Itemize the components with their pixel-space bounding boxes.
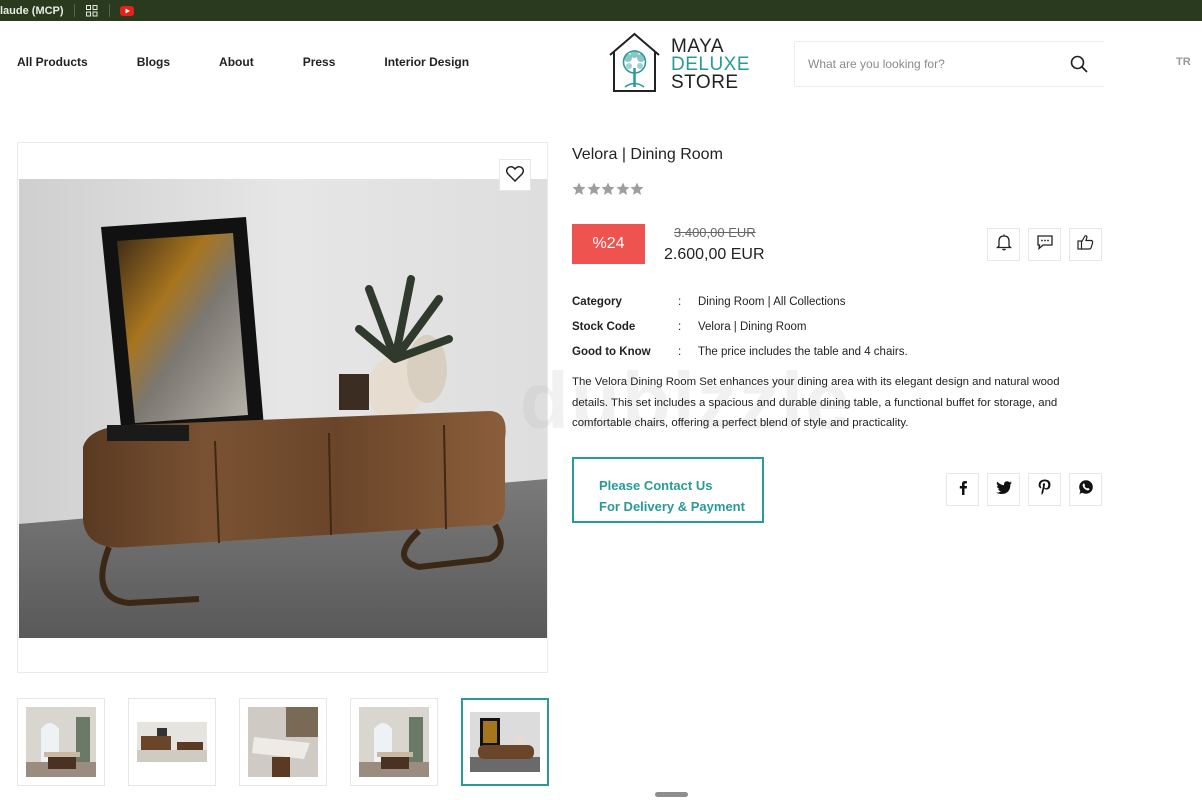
bookmark-bar: laude (MCP) — [0, 0, 1202, 21]
share-facebook[interactable] — [946, 473, 979, 506]
search-box — [794, 41, 1104, 87]
logo-line-store: STORE — [671, 72, 739, 93]
bookmark-item[interactable]: laude (MCP) — [0, 5, 64, 17]
spec-colon: : — [678, 295, 682, 308]
apps-grid-icon[interactable] — [85, 4, 99, 18]
favorite-button[interactable] — [499, 159, 531, 191]
thumbnail-active[interactable] — [461, 698, 549, 786]
thumbnail[interactable] — [350, 698, 438, 786]
like-button[interactable] — [1069, 228, 1102, 261]
twitter-icon — [995, 480, 1012, 499]
thumbnail[interactable] — [17, 698, 105, 786]
pinterest-icon — [1038, 479, 1051, 500]
thumbnail[interactable] — [128, 698, 216, 786]
house-tree-icon — [608, 32, 661, 98]
contact-button[interactable]: Please Contact Us For Delivery & Payment — [572, 457, 764, 523]
scroll-handle[interactable] — [655, 792, 688, 797]
notify-button[interactable] — [987, 228, 1020, 261]
product-photo[interactable] — [19, 179, 547, 638]
language-switch[interactable]: TR — [1176, 56, 1191, 68]
logo-text: MAYA DELUXE STORE — [671, 37, 750, 93]
site-logo[interactable]: MAYA DELUXE STORE — [608, 32, 750, 98]
nav-all-products[interactable]: All Products — [17, 55, 88, 69]
spec-label: Category — [572, 295, 622, 308]
nav-press[interactable]: Press — [303, 55, 336, 69]
product-actions — [987, 228, 1110, 261]
main-image-frame — [17, 142, 548, 673]
spec-label: Good to Know — [572, 345, 651, 358]
product-description: The Velora Dining Room Set enhances your… — [572, 376, 1060, 429]
contact-line-1: Please Contact Us — [599, 477, 713, 493]
share-pinterest[interactable] — [1028, 473, 1061, 506]
share-whatsapp[interactable] — [1069, 473, 1102, 506]
star-icon — [572, 182, 586, 196]
comment-icon — [1036, 234, 1054, 255]
bell-icon — [995, 234, 1012, 256]
thumbnail-strip — [17, 698, 572, 786]
discount-badge: %24 — [572, 224, 645, 264]
nav-about[interactable]: About — [219, 55, 254, 69]
spec-colon: : — [678, 345, 682, 358]
star-icon — [630, 182, 644, 196]
thumbnail[interactable] — [239, 698, 327, 786]
spec-row: Category : Dining Room | All Collections — [572, 289, 908, 314]
spec-value: Velora | Dining Room — [698, 320, 807, 333]
product-title: Velora | Dining Room — [572, 146, 723, 163]
spec-colon: : — [678, 320, 682, 333]
star-icon — [601, 182, 615, 196]
spec-row: Stock Code : Velora | Dining Room — [572, 314, 908, 339]
spec-value: The price includes the table and 4 chair… — [698, 345, 908, 358]
youtube-icon[interactable] — [119, 4, 134, 18]
thumbs-up-icon — [1077, 234, 1094, 255]
heart-icon — [505, 165, 525, 185]
comment-button[interactable] — [1028, 228, 1061, 261]
divider — [73, 4, 75, 17]
old-price: 3.400,00 EUR — [674, 225, 756, 240]
whatsapp-icon — [1078, 479, 1094, 500]
nav-interior-design[interactable]: Interior Design — [384, 55, 469, 69]
facebook-icon — [958, 480, 968, 500]
star-icon — [616, 182, 630, 196]
share-buttons — [946, 473, 1110, 506]
star-icon — [587, 182, 601, 196]
divider — [108, 4, 110, 17]
nav-blogs[interactable]: Blogs — [137, 55, 170, 69]
contact-line-2: For Delivery & Payment — [599, 498, 745, 514]
search-input[interactable] — [795, 57, 1055, 71]
current-price: 2.600,00 EUR — [664, 246, 765, 263]
site-header: All Products Blogs About Press Interior … — [0, 21, 1202, 106]
spec-row: Good to Know : The price includes the ta… — [572, 339, 908, 364]
spec-value[interactable]: Dining Room | All Collections — [698, 296, 845, 308]
spec-label: Stock Code — [572, 320, 636, 333]
spec-list: Category : Dining Room | All Collections… — [572, 289, 908, 364]
search-icon[interactable] — [1070, 55, 1088, 78]
share-twitter[interactable] — [987, 473, 1020, 506]
main-nav: All Products Blogs About Press Interior … — [17, 55, 518, 69]
rating-stars[interactable] — [572, 182, 645, 196]
